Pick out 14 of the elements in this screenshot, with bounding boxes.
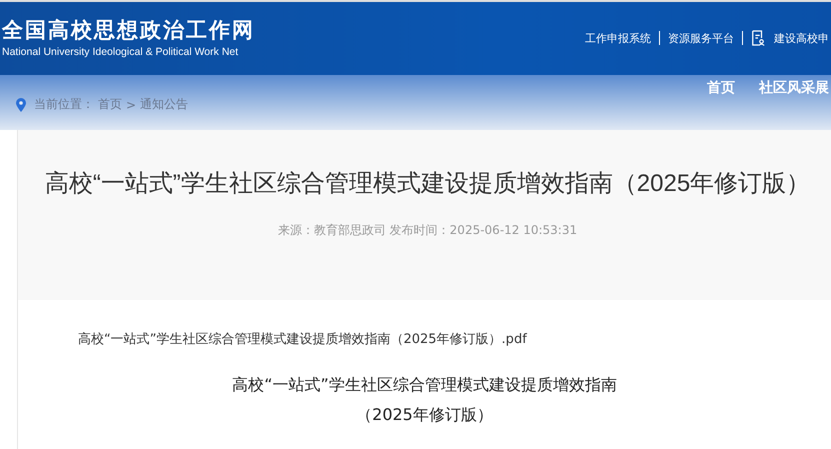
document-heading: 高校“一站式”学生社区综合管理模式建设提质增效指南 (232, 374, 617, 396)
location-pin-icon (16, 98, 26, 112)
attachment-link[interactable]: 高校“一站式”学生社区综合管理模式建设提质增效指南（2025年修订版）.pdf (78, 330, 527, 348)
article-title: 高校“一站式”学生社区综合管理模式建设提质增效指南（2025年修订版） (44, 169, 810, 199)
breadcrumb-label: 当前位置： (34, 96, 94, 113)
header-link[interactable]: 工作申报系统 (585, 30, 651, 46)
site-logo-subtitle: National University Ideological & Political Work Net (2, 46, 238, 58)
header-link[interactable]: 建设高校申 (774, 30, 829, 46)
site-logo-title[interactable]: 全国高校思想政治工作网 (2, 16, 255, 44)
document-icon (751, 30, 765, 46)
article-meta: 来源：教育部思政司 发布时间：2025-06-12 10:53:31 (278, 222, 578, 239)
header-link[interactable]: 资源服务平台 (668, 30, 734, 46)
breadcrumb-separator: > (126, 98, 136, 112)
document-heading: （2025年修订版） (356, 404, 493, 426)
